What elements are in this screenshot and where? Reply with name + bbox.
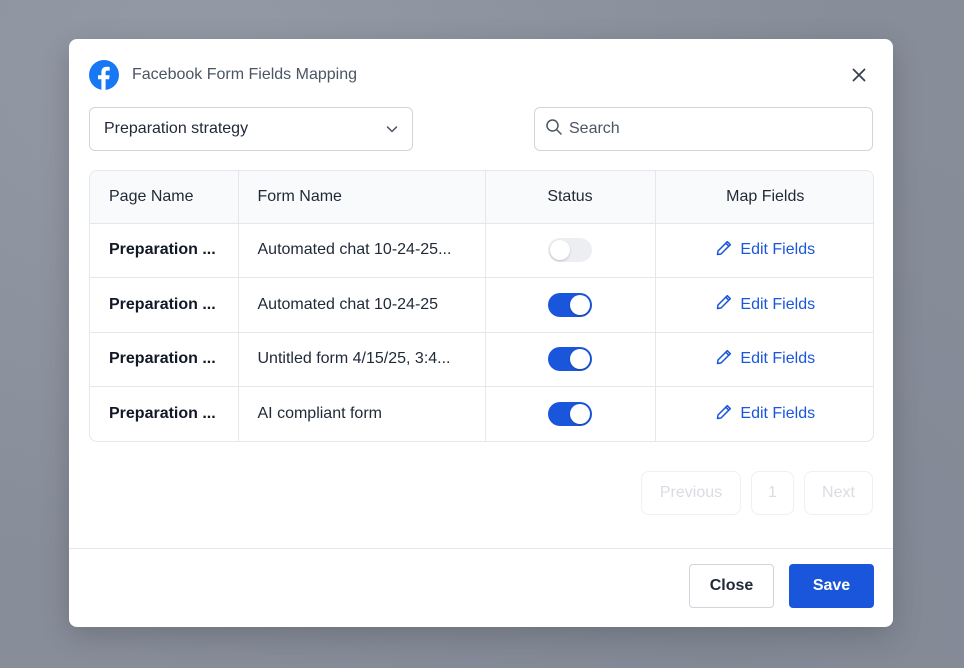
edit-fields-label: Edit Fields <box>740 405 816 422</box>
status-cell <box>485 223 656 278</box>
column-header-map-fields: Map Fields <box>655 171 873 224</box>
search-box[interactable] <box>534 107 873 151</box>
page-name-cell: Preparation ... <box>90 386 239 441</box>
footer-divider <box>69 548 893 549</box>
chevron-down-icon <box>384 121 400 142</box>
pagination: Previous 1 Next <box>641 471 873 515</box>
edit-fields-label: Edit Fields <box>740 241 816 259</box>
status-toggle[interactable] <box>548 292 592 317</box>
table-header-row: Page Name Form Name Status Map Fields <box>90 171 873 224</box>
page-number-button[interactable]: 1 <box>751 471 794 515</box>
status-cell <box>485 332 656 387</box>
toggle-knob <box>570 349 590 370</box>
table-row: Preparation ... Untitled form 4/15/25, 3… <box>90 332 873 387</box>
pencil-icon <box>715 239 733 262</box>
form-name-cell: Automated chat 10-24-25 <box>238 277 486 333</box>
status-toggle[interactable] <box>548 238 592 263</box>
next-page-button[interactable]: Next <box>804 471 873 515</box>
pencil-icon <box>715 293 733 316</box>
pencil-icon <box>715 403 733 426</box>
pencil-icon <box>715 348 733 371</box>
map-fields-cell: Edit Fields <box>655 223 873 278</box>
map-fields-cell: Edit Fields <box>655 387 873 442</box>
page-name-cell: Preparation ... <box>90 223 239 278</box>
forms-table: Page Name Form Name Status Map Fields Pr… <box>89 170 874 442</box>
page-select-value: Preparation strategy <box>104 120 249 137</box>
table-row: Preparation ... Automated chat 10-24-25 … <box>90 277 873 333</box>
edit-fields-label: Edit Fields <box>740 350 816 368</box>
page-name-cell: Preparation ... <box>90 332 239 387</box>
facebook-mapping-dialog: Facebook Form Fields Mapping Preparation… <box>69 39 893 627</box>
close-icon[interactable] <box>845 61 873 89</box>
edit-fields-link[interactable]: Edit Fields <box>715 403 815 426</box>
column-header-page-name: Page Name <box>90 171 239 224</box>
save-button[interactable]: Save <box>789 564 874 608</box>
dialog-header: Facebook Form Fields Mapping <box>89 59 873 91</box>
status-cell <box>485 277 656 333</box>
edit-fields-link[interactable]: Edit Fields <box>715 348 815 371</box>
search-icon <box>545 118 563 141</box>
status-toggle[interactable] <box>548 347 592 372</box>
facebook-icon <box>89 60 119 90</box>
page-name-cell: Preparation ... <box>90 277 239 333</box>
table-row: Preparation ... Automated chat 10-24-25.… <box>90 223 873 278</box>
status-cell <box>485 386 656 441</box>
toggle-knob <box>570 404 590 424</box>
column-header-status: Status <box>485 171 656 224</box>
dialog-title: Facebook Form Fields Mapping <box>132 66 357 83</box>
form-name-cell: Untitled form 4/15/25, 3:4... <box>238 332 486 387</box>
form-name-cell: AI compliant form <box>238 386 486 441</box>
status-toggle[interactable] <box>548 402 592 426</box>
form-name-cell: Automated chat 10-24-25... <box>238 223 486 278</box>
map-fields-cell: Edit Fields <box>655 332 873 387</box>
edit-fields-label: Edit Fields <box>740 295 816 313</box>
map-fields-cell: Edit Fields <box>655 277 873 333</box>
close-button[interactable]: Close <box>689 564 774 608</box>
column-header-form-name: Form Name <box>238 171 486 224</box>
edit-fields-link[interactable]: Edit Fields <box>715 293 815 316</box>
dialog-footer: Close Save <box>689 564 874 608</box>
filter-row: Preparation strategy <box>89 107 873 151</box>
page-select-dropdown[interactable]: Preparation strategy <box>89 107 413 151</box>
table-row: Preparation ... AI compliant form Edit F… <box>90 386 873 442</box>
search-input[interactable] <box>569 120 849 138</box>
toggle-knob <box>550 240 570 261</box>
previous-page-button[interactable]: Previous <box>641 471 741 515</box>
edit-fields-link[interactable]: Edit Fields <box>715 239 815 262</box>
toggle-knob <box>570 294 590 315</box>
